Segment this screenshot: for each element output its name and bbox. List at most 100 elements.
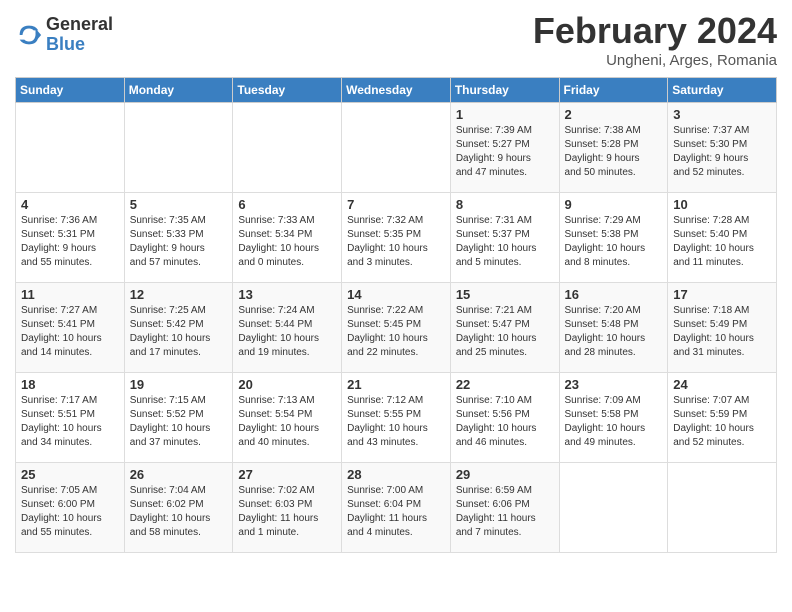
header: General Blue February 2024 Ungheni, Arge… (15, 10, 777, 69)
day-number: 23 (565, 377, 663, 392)
day-number: 9 (565, 197, 663, 212)
day-number: 5 (130, 197, 228, 212)
calendar-table: SundayMondayTuesdayWednesdayThursdayFrid… (15, 77, 777, 553)
day-number: 25 (21, 467, 119, 482)
day-info: Sunrise: 7:31 AM Sunset: 5:37 PM Dayligh… (456, 214, 554, 270)
header-monday: Monday (124, 78, 233, 103)
day-info: Sunrise: 7:21 AM Sunset: 5:47 PM Dayligh… (456, 304, 554, 360)
calendar-cell: 20Sunrise: 7:13 AM Sunset: 5:54 PM Dayli… (233, 373, 342, 463)
calendar-cell: 2Sunrise: 7:38 AM Sunset: 5:28 PM Daylig… (559, 103, 668, 193)
day-info: Sunrise: 6:59 AM Sunset: 6:06 PM Dayligh… (456, 484, 554, 540)
day-number: 21 (347, 377, 445, 392)
calendar-cell (668, 463, 777, 553)
day-info: Sunrise: 7:22 AM Sunset: 5:45 PM Dayligh… (347, 304, 445, 360)
calendar-body: 1 Sunrise: 7:39 AM Sunset: 5:27 PM Daylig… (16, 103, 777, 553)
calendar-cell: 26 Sunrise: 7:04 AM Sunset: 6:02 PM Dayli… (124, 463, 233, 553)
day-number: 27 (238, 467, 336, 482)
day-number: 7 (347, 197, 445, 212)
day-info: Sunrise: 7:00 AM Sunset: 6:04 PM Dayligh… (347, 484, 445, 540)
day-info: Sunrise: 7:28 AM Sunset: 5:40 PM Dayligh… (673, 214, 771, 270)
calendar-cell: 15 Sunrise: 7:21 AM Sunset: 5:47 PM Dayli… (450, 283, 559, 373)
calendar-cell: 7 Sunrise: 7:32 AM Sunset: 5:35 PM Daylig… (342, 193, 451, 283)
day-number: 16 (565, 287, 663, 302)
day-info: Sunrise: 7:15 AM Sunset: 5:52 PM Dayligh… (130, 394, 228, 450)
calendar-cell: 12Sunrise: 7:25 AM Sunset: 5:42 PM Dayli… (124, 283, 233, 373)
calendar-cell: 22 Sunrise: 7:10 AM Sunset: 5:56 PM Dayli… (450, 373, 559, 463)
day-number: 28 (347, 467, 445, 482)
day-info: Sunrise: 7:20 AM Sunset: 5:48 PM Dayligh… (565, 304, 663, 360)
calendar-cell: 1 Sunrise: 7:39 AM Sunset: 5:27 PM Daylig… (450, 103, 559, 193)
day-number: 4 (21, 197, 119, 212)
header-friday: Friday (559, 78, 668, 103)
logo-text: General Blue (46, 15, 113, 55)
day-number: 26 (130, 467, 228, 482)
day-info: Sunrise: 7:12 AM Sunset: 5:55 PM Dayligh… (347, 394, 445, 450)
day-info: Sunrise: 7:35 AM Sunset: 5:33 PM Dayligh… (130, 214, 228, 270)
header-saturday: Saturday (668, 78, 777, 103)
calendar-cell: 18Sunrise: 7:17 AM Sunset: 5:51 PM Dayli… (16, 373, 125, 463)
logo: General Blue (15, 15, 113, 55)
day-number: 3 (673, 107, 771, 122)
subtitle: Ungheni, Arges, Romania (533, 52, 777, 69)
calendar-cell: 11 Sunrise: 7:27 AM Sunset: 5:41 PM Dayli… (16, 283, 125, 373)
day-number: 10 (673, 197, 771, 212)
day-number: 11 (21, 287, 119, 302)
day-info: Sunrise: 7:32 AM Sunset: 5:35 PM Dayligh… (347, 214, 445, 270)
day-number: 22 (456, 377, 554, 392)
calendar-cell: 23 Sunrise: 7:09 AM Sunset: 5:58 PM Dayli… (559, 373, 668, 463)
day-number: 6 (238, 197, 336, 212)
calendar-cell: 3 Sunrise: 7:37 AM Sunset: 5:30 PM Daylig… (668, 103, 777, 193)
calendar-cell: 29Sunrise: 6:59 AM Sunset: 6:06 PM Dayli… (450, 463, 559, 553)
calendar-cell: 6 Sunrise: 7:33 AM Sunset: 5:34 PM Daylig… (233, 193, 342, 283)
calendar-cell: 14 Sunrise: 7:22 AM Sunset: 5:45 PM Dayli… (342, 283, 451, 373)
calendar-cell: 4 Sunrise: 7:36 AM Sunset: 5:31 PM Daylig… (16, 193, 125, 283)
week-row-1: 4 Sunrise: 7:36 AM Sunset: 5:31 PM Daylig… (16, 193, 777, 283)
calendar-cell (233, 103, 342, 193)
day-number: 20 (238, 377, 336, 392)
header-thursday: Thursday (450, 78, 559, 103)
calendar-header: SundayMondayTuesdayWednesdayThursdayFrid… (16, 78, 777, 103)
calendar-cell: 16 Sunrise: 7:20 AM Sunset: 5:48 PM Dayli… (559, 283, 668, 373)
calendar-cell: 24Sunrise: 7:07 AM Sunset: 5:59 PM Dayli… (668, 373, 777, 463)
day-info: Sunrise: 7:33 AM Sunset: 5:34 PM Dayligh… (238, 214, 336, 270)
day-number: 17 (673, 287, 771, 302)
day-info: Sunrise: 7:29 AM Sunset: 5:38 PM Dayligh… (565, 214, 663, 270)
week-row-4: 25 Sunrise: 7:05 AM Sunset: 6:00 PM Dayli… (16, 463, 777, 553)
day-info: Sunrise: 7:27 AM Sunset: 5:41 PM Dayligh… (21, 304, 119, 360)
day-info: Sunrise: 7:39 AM Sunset: 5:27 PM Dayligh… (456, 124, 554, 180)
calendar-cell: 27 Sunrise: 7:02 AM Sunset: 6:03 PM Dayli… (233, 463, 342, 553)
week-row-2: 11 Sunrise: 7:27 AM Sunset: 5:41 PM Dayli… (16, 283, 777, 373)
day-info: Sunrise: 7:10 AM Sunset: 5:56 PM Dayligh… (456, 394, 554, 450)
header-row: SundayMondayTuesdayWednesdayThursdayFrid… (16, 78, 777, 103)
calendar-cell: 17 Sunrise: 7:18 AM Sunset: 5:49 PM Dayli… (668, 283, 777, 373)
calendar-cell: 5 Sunrise: 7:35 AM Sunset: 5:33 PM Daylig… (124, 193, 233, 283)
calendar-cell: 19 Sunrise: 7:15 AM Sunset: 5:52 PM Dayli… (124, 373, 233, 463)
day-info: Sunrise: 7:18 AM Sunset: 5:49 PM Dayligh… (673, 304, 771, 360)
day-number: 15 (456, 287, 554, 302)
day-number: 1 (456, 107, 554, 122)
day-info: Sunrise: 7:17 AM Sunset: 5:51 PM Dayligh… (21, 394, 119, 450)
day-number: 24 (673, 377, 771, 392)
day-info: Sunrise: 7:37 AM Sunset: 5:30 PM Dayligh… (673, 124, 771, 180)
day-info: Sunrise: 7:36 AM Sunset: 5:31 PM Dayligh… (21, 214, 119, 270)
month-title: February 2024 (533, 10, 777, 52)
title-area: February 2024 Ungheni, Arges, Romania (533, 10, 777, 69)
day-info: Sunrise: 7:09 AM Sunset: 5:58 PM Dayligh… (565, 394, 663, 450)
calendar-cell: 28 Sunrise: 7:00 AM Sunset: 6:04 PM Dayli… (342, 463, 451, 553)
week-row-0: 1 Sunrise: 7:39 AM Sunset: 5:27 PM Daylig… (16, 103, 777, 193)
day-info: Sunrise: 7:05 AM Sunset: 6:00 PM Dayligh… (21, 484, 119, 540)
calendar-cell: 21 Sunrise: 7:12 AM Sunset: 5:55 PM Dayli… (342, 373, 451, 463)
day-number: 19 (130, 377, 228, 392)
day-info: Sunrise: 7:24 AM Sunset: 5:44 PM Dayligh… (238, 304, 336, 360)
header-tuesday: Tuesday (233, 78, 342, 103)
logo-icon (15, 21, 43, 49)
calendar-cell: 10 Sunrise: 7:28 AM Sunset: 5:40 PM Dayli… (668, 193, 777, 283)
day-number: 14 (347, 287, 445, 302)
calendar-cell (124, 103, 233, 193)
day-info: Sunrise: 7:38 AM Sunset: 5:28 PM Dayligh… (565, 124, 663, 180)
day-info: Sunrise: 7:02 AM Sunset: 6:03 PM Dayligh… (238, 484, 336, 540)
day-info: Sunrise: 7:04 AM Sunset: 6:02 PM Dayligh… (130, 484, 228, 540)
calendar-cell (559, 463, 668, 553)
week-row-3: 18Sunrise: 7:17 AM Sunset: 5:51 PM Dayli… (16, 373, 777, 463)
day-info: Sunrise: 7:25 AM Sunset: 5:42 PM Dayligh… (130, 304, 228, 360)
